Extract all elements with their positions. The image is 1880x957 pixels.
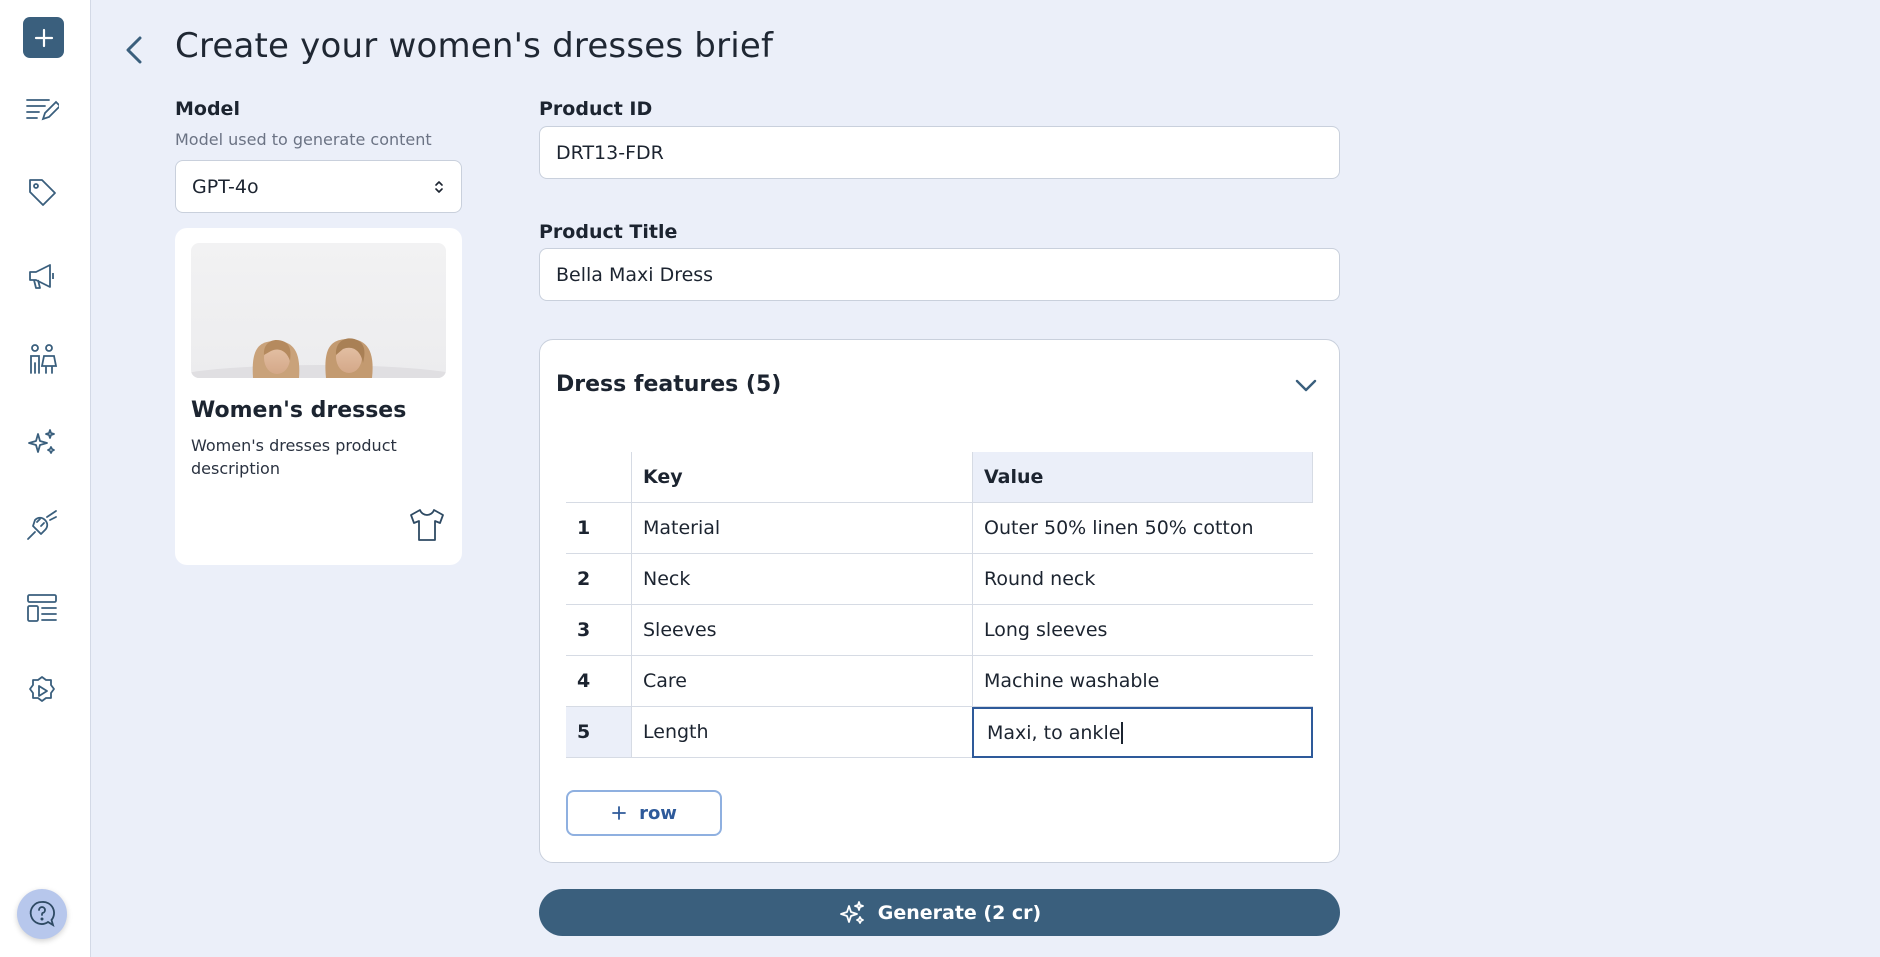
table-row: 4 Care Machine washable	[566, 656, 1313, 707]
plus-icon	[612, 806, 626, 820]
sidebar-item-products[interactable]	[22, 172, 62, 212]
value-cell-text: Maxi, to ankle	[987, 721, 1121, 744]
help-button[interactable]	[17, 889, 67, 939]
row-number[interactable]: 3	[566, 605, 631, 656]
settings-play-icon	[29, 676, 55, 702]
sidebar-item-settings[interactable]	[22, 671, 62, 711]
key-cell[interactable]: Material	[631, 503, 972, 554]
add-row-button[interactable]: row	[566, 790, 722, 836]
table-row: 3 Sleeves Long sleeves	[566, 605, 1313, 656]
table-header-row: Key Value	[566, 452, 1313, 503]
template-card[interactable]: Women's dresses Women's dresses product …	[175, 228, 462, 565]
sidebar-item-integrations[interactable]	[22, 505, 62, 545]
add-row-label: row	[639, 802, 677, 824]
model-label: Model	[175, 98, 240, 120]
up-down-chevron-icon	[435, 180, 443, 193]
product-id-input[interactable]: DRT13-FDR	[539, 126, 1340, 179]
value-cell[interactable]: Long sleeves	[972, 605, 1313, 656]
value-cell-editing[interactable]: Maxi, to ankle	[972, 707, 1313, 758]
product-id-value: DRT13-FDR	[556, 141, 664, 164]
model-select[interactable]: GPT-4o	[175, 160, 462, 213]
row-number-header	[566, 452, 631, 503]
chevron-down-icon	[1295, 379, 1317, 392]
row-number[interactable]: 2	[566, 554, 631, 605]
template-card-title: Women's dresses	[191, 398, 407, 423]
product-title-input[interactable]: Bella Maxi Dress	[539, 248, 1340, 301]
plus-icon	[34, 28, 53, 47]
sparkles-icon	[839, 900, 864, 924]
dress-features-title: Dress features (5)	[556, 372, 782, 397]
back-button[interactable]	[118, 30, 150, 70]
generate-label: Generate (2 cr)	[877, 901, 1042, 924]
table-row: 1 Material Outer 50% linen 50% cotton	[566, 503, 1313, 554]
product-id-label: Product ID	[539, 98, 653, 120]
people-icon	[30, 344, 58, 374]
layout-icon	[27, 594, 57, 622]
table-row: 5 Length Maxi, to ankle	[566, 707, 1313, 758]
sidebar	[0, 0, 91, 957]
sidebar-item-campaigns[interactable]	[22, 256, 62, 296]
dress-features-panel: Dress features (5) Key Value 1 Material …	[539, 339, 1340, 863]
megaphone-icon	[29, 264, 54, 289]
value-column-header: Value	[972, 452, 1313, 503]
key-cell[interactable]: Neck	[631, 554, 972, 605]
product-title-label: Product Title	[539, 221, 678, 243]
help-icon	[29, 901, 55, 927]
key-cell[interactable]: Sleeves	[631, 605, 972, 656]
sparkles-icon	[28, 429, 55, 454]
product-title-value: Bella Maxi Dress	[556, 263, 714, 286]
model-select-value: GPT-4o	[192, 175, 259, 198]
tag-icon	[29, 179, 56, 206]
value-cell[interactable]: Round neck	[972, 554, 1313, 605]
sidebar-item-briefs[interactable]	[22, 90, 62, 130]
collapse-toggle[interactable]	[1291, 370, 1321, 400]
sidebar-item-ai[interactable]	[22, 422, 62, 462]
new-brief-button[interactable]	[23, 17, 64, 58]
row-number[interactable]: 5	[566, 707, 631, 758]
generate-button[interactable]: Generate (2 cr)	[539, 889, 1340, 936]
model-sublabel: Model used to generate content	[175, 130, 432, 149]
chevron-left-icon	[126, 36, 142, 64]
text-cursor	[1121, 721, 1123, 744]
row-number[interactable]: 1	[566, 503, 631, 554]
edit-list-icon	[26, 99, 59, 121]
template-card-image	[191, 243, 446, 378]
page-title: Create your women's dresses brief	[175, 26, 774, 66]
key-cell[interactable]: Care	[631, 656, 972, 707]
features-table: Key Value 1 Material Outer 50% linen 50%…	[566, 452, 1313, 758]
key-cell[interactable]: Length	[631, 707, 972, 758]
sidebar-item-templates[interactable]	[22, 588, 62, 628]
value-cell[interactable]: Machine washable	[972, 656, 1313, 707]
template-card-description: Women's dresses product description	[191, 436, 397, 478]
sidebar-item-audiences[interactable]	[22, 339, 62, 379]
value-cell[interactable]: Outer 50% linen 50% cotton	[972, 503, 1313, 554]
table-row: 2 Neck Round neck	[566, 554, 1313, 605]
row-number[interactable]: 4	[566, 656, 631, 707]
key-column-header: Key	[631, 452, 972, 503]
plug-icon	[27, 510, 57, 540]
tshirt-icon	[410, 509, 444, 541]
